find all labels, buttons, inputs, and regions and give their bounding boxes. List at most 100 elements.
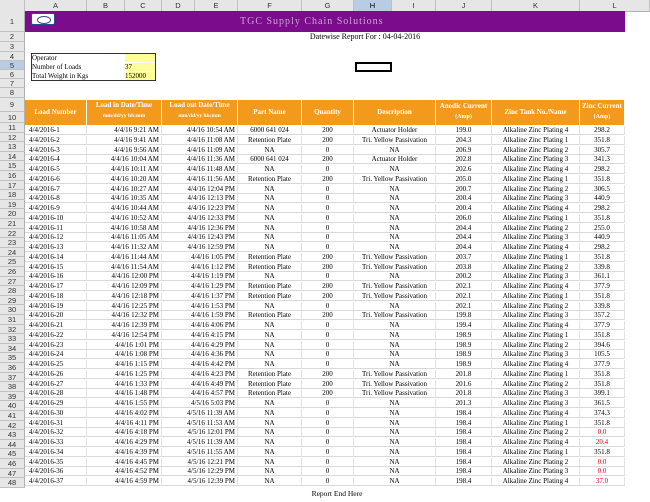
cell-part-name[interactable]: NA	[238, 477, 302, 486]
cell-zinc-tank[interactable]: Alkaline Zinc Plating 2	[492, 457, 580, 467]
cell-anodic-current[interactable]: 198.9	[436, 330, 492, 340]
cell-load-number[interactable]: 4/4/2016-20	[25, 311, 87, 321]
cell-zinc-tank[interactable]: Alkaline Zinc Plating 1	[492, 418, 580, 428]
cell-zinc-tank[interactable]: Alkaline Zinc Plating 2	[492, 223, 580, 233]
cell-zinc-current[interactable]: 351.8	[580, 174, 625, 184]
cell-anodic-current[interactable]: 206.9	[436, 145, 492, 155]
cell-zinc-current[interactable]: 377.9	[580, 321, 625, 330]
row-header-34[interactable]: 34	[0, 343, 25, 354]
cell-load-in[interactable]: 4/4/16 1:08 PM	[87, 350, 162, 360]
cell-part-name[interactable]: Retention Plate	[238, 291, 302, 301]
row-header-4[interactable]: 4	[0, 52, 25, 61]
cell-load-in[interactable]: 4/4/16 1:15 PM	[87, 360, 162, 369]
cell-description[interactable]: NA	[354, 428, 436, 438]
cell-description[interactable]: Tri. Yellow Passivation	[354, 282, 436, 291]
cell-zinc-tank[interactable]: Alkaline Zinc Plating 2	[492, 145, 580, 155]
cell-load-in[interactable]: 4/4/16 12:32 PM	[87, 311, 162, 321]
row-header-29[interactable]: 29	[0, 295, 25, 306]
cell-zinc-current[interactable]: 298.2	[580, 243, 625, 252]
column-header-k[interactable]: K	[492, 0, 580, 11]
column-header-a[interactable]: A	[25, 0, 87, 11]
cell-description[interactable]: NA	[354, 418, 436, 428]
cell-description[interactable]: NA	[354, 408, 436, 418]
cell-quantity[interactable]: 0	[302, 330, 354, 340]
cell-description[interactable]: NA	[354, 438, 436, 447]
row-header-37[interactable]: 37	[0, 372, 25, 383]
cell-zinc-current[interactable]: 306.5	[580, 184, 625, 194]
cell-load-out[interactable]: 4/4/16 12:36 PM	[162, 223, 238, 233]
cell-zinc-tank[interactable]: Alkaline Zinc Plating 4	[492, 204, 580, 213]
row-header-10[interactable]: 10	[0, 112, 25, 123]
row-header-32[interactable]: 32	[0, 324, 25, 335]
row-header-2[interactable]: 2	[0, 32, 25, 42]
cell-zinc-tank[interactable]: Alkaline Zinc Plating 3	[492, 272, 580, 282]
cell-load-in[interactable]: 4/4/16 4:18 PM	[87, 428, 162, 438]
cell-part-name[interactable]: Retention Plate	[238, 262, 302, 272]
cell-zinc-tank[interactable]: Alkaline Zinc Plating 4	[492, 360, 580, 369]
cell-load-number[interactable]: 4/4/2016-25	[25, 360, 87, 369]
cell-quantity[interactable]: 200	[302, 135, 354, 145]
cell-load-number[interactable]: 4/4/2016-14	[25, 252, 87, 262]
cell-part-name[interactable]: Retention Plate	[238, 174, 302, 184]
cell-anodic-current[interactable]: 201.3	[436, 399, 492, 408]
cell-load-in[interactable]: 4/4/16 10:58 AM	[87, 223, 162, 233]
row-header-19[interactable]: 19	[0, 199, 25, 210]
cell-zinc-tank[interactable]: Alkaline Zinc Plating 1	[492, 369, 580, 379]
cell-anodic-current[interactable]: 201.6	[436, 379, 492, 389]
cell-description[interactable]: Tri. Yellow Passivation	[354, 369, 436, 379]
active-cell-cursor[interactable]	[355, 62, 392, 72]
column-header-f[interactable]: F	[238, 0, 302, 11]
cell-quantity[interactable]: 200	[302, 174, 354, 184]
cell-zinc-tank[interactable]: Alkaline Zinc Plating 3	[492, 311, 580, 321]
cell-load-in[interactable]: 4/4/16 4:39 PM	[87, 447, 162, 457]
cell-quantity[interactable]: 200	[302, 282, 354, 291]
cell-anodic-current[interactable]: 199.8	[436, 311, 492, 321]
cell-quantity[interactable]: 200	[302, 155, 354, 165]
cell-load-out[interactable]: 4/4/16 4:42 PM	[162, 360, 238, 369]
cell-part-name[interactable]: 6000 641 024	[238, 126, 302, 135]
cell-description[interactable]: NA	[354, 204, 436, 213]
cell-anodic-current[interactable]: 198.9	[436, 350, 492, 360]
row-header-21[interactable]: 21	[0, 219, 25, 229]
cell-load-out[interactable]: 4/5/16 12:39 PM	[162, 477, 238, 486]
cell-description[interactable]: NA	[354, 184, 436, 194]
cell-description[interactable]: NA	[354, 321, 436, 330]
cell-zinc-tank[interactable]: Alkaline Zinc Plating 2	[492, 262, 580, 272]
cell-description[interactable]: NA	[354, 145, 436, 155]
row-header-33[interactable]: 33	[0, 334, 25, 344]
row-header-27[interactable]: 27	[0, 276, 25, 287]
cell-part-name[interactable]: Retention Plate	[238, 369, 302, 379]
cell-part-name[interactable]: NA	[238, 233, 302, 243]
cell-zinc-tank[interactable]: Alkaline Zinc Plating 4	[492, 165, 580, 174]
cell-anodic-current[interactable]: 198.9	[436, 340, 492, 350]
cell-description[interactable]: Tri. Yellow Passivation	[354, 311, 436, 321]
cell-quantity[interactable]: 0	[302, 340, 354, 350]
cell-description[interactable]: NA	[354, 360, 436, 369]
row-header-43[interactable]: 43	[0, 430, 25, 440]
row-header-36[interactable]: 36	[0, 363, 25, 373]
cell-part-name[interactable]: Retention Plate	[238, 282, 302, 291]
cell-load-in[interactable]: 4/4/16 4:11 PM	[87, 418, 162, 428]
cell-load-out[interactable]: 4/4/16 1:05 PM	[162, 252, 238, 262]
row-header-16[interactable]: 16	[0, 171, 25, 181]
cell-load-in[interactable]: 4/4/16 11:54 AM	[87, 262, 162, 272]
cell-zinc-current[interactable]: 351.8	[580, 379, 625, 389]
cell-part-name[interactable]: Retention Plate	[238, 252, 302, 262]
cell-load-out[interactable]: 4/4/16 1:53 PM	[162, 301, 238, 311]
cell-part-name[interactable]: NA	[238, 447, 302, 457]
cell-load-out[interactable]: 4/5/16 12:01 PM	[162, 428, 238, 438]
row-header-45[interactable]: 45	[0, 449, 25, 459]
cell-anodic-current[interactable]: 198.4	[436, 418, 492, 428]
cell-zinc-current[interactable]: 357.2	[580, 311, 625, 321]
cell-load-in[interactable]: 4/4/16 1:01 PM	[87, 340, 162, 350]
cell-load-in[interactable]: 4/4/16 11:05 AM	[87, 233, 162, 243]
cell-description[interactable]: NA	[354, 477, 436, 486]
cell-zinc-current[interactable]: 440.9	[580, 233, 625, 243]
cell-description[interactable]: NA	[354, 213, 436, 223]
cell-quantity[interactable]: 0	[302, 223, 354, 233]
cell-quantity[interactable]: 0	[302, 301, 354, 311]
cell-part-name[interactable]: NA	[238, 467, 302, 477]
cell-zinc-tank[interactable]: Alkaline Zinc Plating 2	[492, 428, 580, 438]
cell-anodic-current[interactable]: 204.3	[436, 135, 492, 145]
cell-quantity[interactable]: 0	[302, 457, 354, 467]
